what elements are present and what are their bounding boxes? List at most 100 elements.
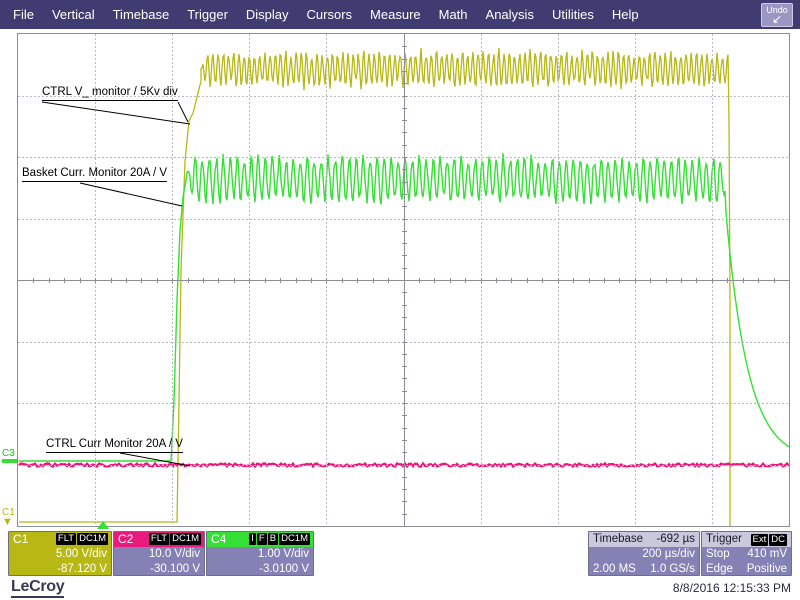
graticule-tick bbox=[234, 278, 235, 283]
graticule-tick bbox=[265, 278, 266, 283]
timebase-timediv-row: 200 µs/div bbox=[589, 547, 699, 562]
channel-marker-c3-handle-icon[interactable] bbox=[2, 459, 17, 463]
trigger-title: Trigger bbox=[706, 533, 742, 545]
c1-volts-div: 5.00 V/div bbox=[55, 548, 107, 560]
graticule-tick bbox=[450, 278, 451, 283]
graticule-tick bbox=[727, 278, 728, 283]
datetime-label: 8/8/2016 12:15:33 PM bbox=[672, 581, 791, 595]
menu-item-help[interactable]: Help bbox=[603, 0, 648, 29]
menu-item-vertical[interactable]: Vertical bbox=[43, 0, 104, 29]
graticule-tick bbox=[402, 231, 407, 232]
graticule-tick bbox=[774, 278, 775, 283]
graticule-tick bbox=[619, 278, 620, 283]
menu-item-display[interactable]: Display bbox=[237, 0, 298, 29]
c2-badges: FLT DC1M bbox=[148, 533, 201, 545]
graticule-tick bbox=[402, 255, 407, 256]
graticule-tick bbox=[218, 278, 219, 283]
menu-item-math[interactable]: Math bbox=[430, 0, 477, 29]
c4-offset: -3.0100 V bbox=[259, 563, 309, 575]
graticule-tick bbox=[402, 280, 407, 281]
graticule-tick bbox=[402, 477, 407, 478]
timebase-descriptor[interactable]: Timebase -692 µs 200 µs/div 2.00 MS 1.0 … bbox=[588, 531, 700, 576]
trigger-header: Trigger Ext DC bbox=[702, 532, 791, 547]
graticule-tick bbox=[402, 59, 407, 60]
graticule-tick bbox=[402, 132, 407, 133]
menu-item-trigger[interactable]: Trigger bbox=[178, 0, 237, 29]
graticule-tick bbox=[527, 278, 528, 283]
undo-button[interactable]: Undo ↙ bbox=[761, 3, 793, 27]
graticule-tick bbox=[511, 278, 512, 283]
channel-marker-c1[interactable]: C1 ▼ bbox=[2, 508, 15, 528]
graticule-tick bbox=[402, 378, 407, 379]
menu-item-cursors[interactable]: Cursors bbox=[298, 0, 362, 29]
c4-volts-div: 1.00 V/div bbox=[257, 548, 309, 560]
graticule-tick bbox=[402, 305, 407, 306]
graticule-tick bbox=[758, 278, 759, 283]
graticule-tick bbox=[434, 278, 435, 283]
graticule-tick bbox=[402, 440, 407, 441]
graticule-tick bbox=[311, 278, 312, 283]
graticule-tick bbox=[589, 278, 590, 283]
graticule-tick bbox=[402, 194, 407, 195]
graticule-tick bbox=[681, 278, 682, 283]
timebase-title: Timebase bbox=[593, 533, 644, 545]
graticule-tick bbox=[558, 278, 559, 283]
graticule-tick bbox=[402, 317, 407, 318]
channel-marker-c3[interactable]: C3 bbox=[2, 449, 15, 459]
timebase-memory: 2.00 MS bbox=[593, 563, 636, 575]
graticule-tick bbox=[402, 292, 407, 293]
trigger-state-row: Stop 410 mV bbox=[702, 547, 791, 562]
graticule-tick bbox=[49, 278, 50, 283]
graticule-tick bbox=[402, 354, 407, 355]
menu-item-timebase[interactable]: Timebase bbox=[104, 0, 179, 29]
graticule-tick bbox=[402, 514, 407, 515]
graticule-tick bbox=[650, 278, 651, 283]
graticule-tick bbox=[402, 268, 407, 269]
menu-item-utilities[interactable]: Utilities bbox=[543, 0, 603, 29]
graticule-tick bbox=[402, 452, 407, 453]
graticule-tick bbox=[402, 465, 407, 466]
graticule-tick bbox=[402, 219, 407, 220]
menu-item-analysis[interactable]: Analysis bbox=[477, 0, 543, 29]
graticule-tick bbox=[64, 278, 65, 283]
graticule-tick bbox=[157, 278, 158, 283]
c2-header: C2 FLT DC1M bbox=[114, 532, 204, 547]
c1-offset: -87.120 V bbox=[57, 563, 107, 575]
graticule-tick bbox=[402, 157, 407, 158]
menu-item-file[interactable]: File bbox=[0, 0, 43, 29]
graticule-tick bbox=[95, 278, 96, 283]
c1-header: C1 FLT DC1M bbox=[9, 532, 111, 547]
channel-descriptor-c1[interactable]: C1 FLT DC1M 5.00 V/div -87.120 V bbox=[8, 531, 112, 576]
graticule-tick bbox=[402, 145, 407, 146]
annotation-basket-curr-monitor: Basket Curr. Monitor 20A / V bbox=[22, 167, 168, 182]
graticule-tick bbox=[402, 501, 407, 502]
oscilloscope-screen: File Vertical Timebase Trigger Display C… bbox=[0, 0, 800, 600]
trigger-state: Stop bbox=[706, 548, 730, 560]
graticule-tick bbox=[402, 329, 407, 330]
c2-badge-flt: FLT bbox=[148, 533, 170, 545]
lecroy-logo: LeCroy bbox=[11, 578, 65, 598]
graticule-tick bbox=[126, 278, 127, 283]
c1-badge-flt: FLT bbox=[55, 533, 77, 545]
graticule-tick bbox=[402, 46, 407, 47]
graticule-tick bbox=[402, 96, 407, 97]
graticule-tick bbox=[496, 278, 497, 283]
channel-descriptor-c4[interactable]: C4 I F B DC1M 1.00 V/div -3.0100 V bbox=[206, 531, 314, 576]
trigger-position-marker-icon[interactable] bbox=[97, 521, 109, 529]
graticule-tick bbox=[419, 278, 420, 283]
channel-descriptor-c2[interactable]: C2 FLT DC1M 10.0 V/div -30.100 V bbox=[113, 531, 205, 576]
graticule-tick bbox=[465, 278, 466, 283]
trigger-descriptor[interactable]: Trigger Ext DC Stop 410 mV Edge Positive bbox=[701, 531, 792, 576]
graticule-tick bbox=[357, 278, 358, 283]
graticule-tick bbox=[402, 243, 407, 244]
channel-marker-c1-arrow-icon: ▼ bbox=[2, 516, 13, 528]
c2-offset: -30.100 V bbox=[150, 563, 200, 575]
timebase-sample-rate: 1.0 GS/s bbox=[650, 563, 695, 575]
graticule-tick bbox=[402, 391, 407, 392]
trigger-coupling-badge: DC bbox=[769, 534, 787, 546]
graticule-tick bbox=[402, 206, 407, 207]
menu-item-measure[interactable]: Measure bbox=[361, 0, 430, 29]
graticule-tick bbox=[111, 278, 112, 283]
graticule-tick bbox=[33, 278, 34, 283]
timebase-memory-row: 2.00 MS 1.0 GS/s bbox=[589, 562, 699, 575]
